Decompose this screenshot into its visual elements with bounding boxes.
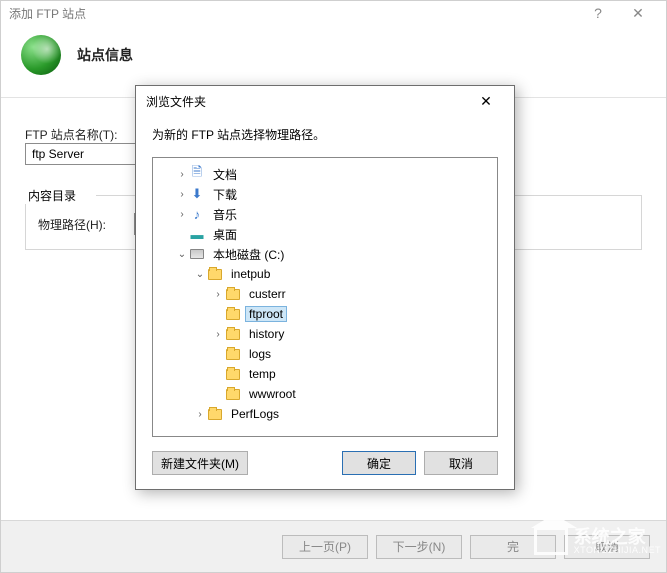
tree-item-label: wwwroot xyxy=(245,386,300,402)
tree-item[interactable]: logs xyxy=(157,344,493,364)
tree-item-label: custerr xyxy=(245,286,290,302)
site-name-label: FTP 站点名称(T): xyxy=(25,126,117,143)
document-icon: 🗎 xyxy=(189,166,205,182)
tree-item[interactable]: ▬桌面 xyxy=(157,224,493,244)
disk-icon xyxy=(189,246,205,262)
tree-item-label: logs xyxy=(245,346,275,362)
wizard-title: 添加 FTP 站点 xyxy=(9,5,86,22)
folder-icon xyxy=(225,326,241,342)
dialog-titlebar[interactable]: 浏览文件夹 ✕ xyxy=(136,86,514,116)
chevron-right-icon[interactable]: › xyxy=(193,409,207,420)
tree-item[interactable]: ftproot xyxy=(157,304,493,324)
wizard-heading: 站点信息 xyxy=(77,45,133,65)
chevron-right-icon[interactable]: › xyxy=(175,189,189,200)
tree-item-label: temp xyxy=(245,366,280,382)
tree-item[interactable]: ›♪音乐 xyxy=(157,204,493,224)
close-button[interactable]: ✕ xyxy=(618,1,658,25)
finish-button[interactable]: 完 xyxy=(470,535,556,559)
new-folder-button[interactable]: 新建文件夹(M) xyxy=(152,451,248,475)
browse-folder-dialog: 浏览文件夹 ✕ 为新的 FTP 站点选择物理路径。 ›🗎文档›⬇下载›♪音乐▬桌… xyxy=(135,85,515,490)
tree-item-label: 下载 xyxy=(209,185,241,204)
folder-icon xyxy=(225,346,241,362)
content-directory-title: 内容目录 xyxy=(24,187,80,204)
tree-item-label: 音乐 xyxy=(209,205,241,224)
dialog-instruction: 为新的 FTP 站点选择物理路径。 xyxy=(136,116,514,157)
tree-item[interactable]: ›🗎文档 xyxy=(157,164,493,184)
desktop-icon: ▬ xyxy=(189,226,205,242)
folder-icon xyxy=(207,266,223,282)
chevron-right-icon[interactable]: › xyxy=(175,209,189,220)
folder-icon xyxy=(225,366,241,382)
tree-item[interactable]: temp xyxy=(157,364,493,384)
folder-icon xyxy=(225,286,241,302)
prev-button[interactable]: 上一页(P) xyxy=(282,535,368,559)
tree-item[interactable]: ⌄ 本地磁盘 (C:) xyxy=(157,244,493,264)
tree-item-label: PerfLogs xyxy=(227,406,283,422)
help-button[interactable]: ? xyxy=(578,1,618,25)
tree-item-label: 文档 xyxy=(209,165,241,184)
cancel-button[interactable]: 取消 xyxy=(424,451,498,475)
chevron-down-icon[interactable]: ⌄ xyxy=(193,269,207,280)
tree-item-label: ftproot xyxy=(245,306,287,322)
globe-icon xyxy=(21,35,61,75)
tree-item-label: 本地磁盘 (C:) xyxy=(209,245,288,264)
tree-item-label: 桌面 xyxy=(209,225,241,244)
wizard-footer: 上一页(P) 下一步(N) 完 取消 xyxy=(1,520,666,572)
tree-item[interactable]: › history xyxy=(157,324,493,344)
wizard-titlebar[interactable]: 添加 FTP 站点 ? ✕ xyxy=(1,1,666,25)
folder-icon xyxy=(207,406,223,422)
cancel-button-wizard[interactable]: 取消 xyxy=(564,535,650,559)
tree-item[interactable]: › PerfLogs xyxy=(157,404,493,424)
tree-item[interactable]: ›⬇下载 xyxy=(157,184,493,204)
folder-icon xyxy=(225,306,241,322)
tree-item-label: inetpub xyxy=(227,266,274,282)
folder-tree[interactable]: ›🗎文档›⬇下载›♪音乐▬桌面⌄本地磁盘 (C:)⌄inetpub›custer… xyxy=(152,157,498,437)
chevron-right-icon[interactable]: › xyxy=(211,329,225,340)
chevron-down-icon[interactable]: ⌄ xyxy=(175,249,189,260)
dialog-title: 浏览文件夹 xyxy=(146,93,206,110)
close-icon[interactable]: ✕ xyxy=(468,90,504,112)
chevron-right-icon[interactable]: › xyxy=(175,169,189,180)
tree-item-label: history xyxy=(245,326,288,342)
dialog-button-row: 新建文件夹(M) 确定 取消 xyxy=(136,437,514,489)
next-button[interactable]: 下一步(N) xyxy=(376,535,462,559)
tree-item[interactable]: wwwroot xyxy=(157,384,493,404)
chevron-right-icon[interactable]: › xyxy=(211,289,225,300)
music-icon: ♪ xyxy=(189,206,205,222)
download-icon: ⬇ xyxy=(189,186,205,202)
tree-item[interactable]: › custerr xyxy=(157,284,493,304)
ok-button[interactable]: 确定 xyxy=(342,451,416,475)
tree-item[interactable]: ⌄ inetpub xyxy=(157,264,493,284)
physical-path-label: 物理路径(H): xyxy=(38,216,130,233)
folder-icon xyxy=(225,386,241,402)
